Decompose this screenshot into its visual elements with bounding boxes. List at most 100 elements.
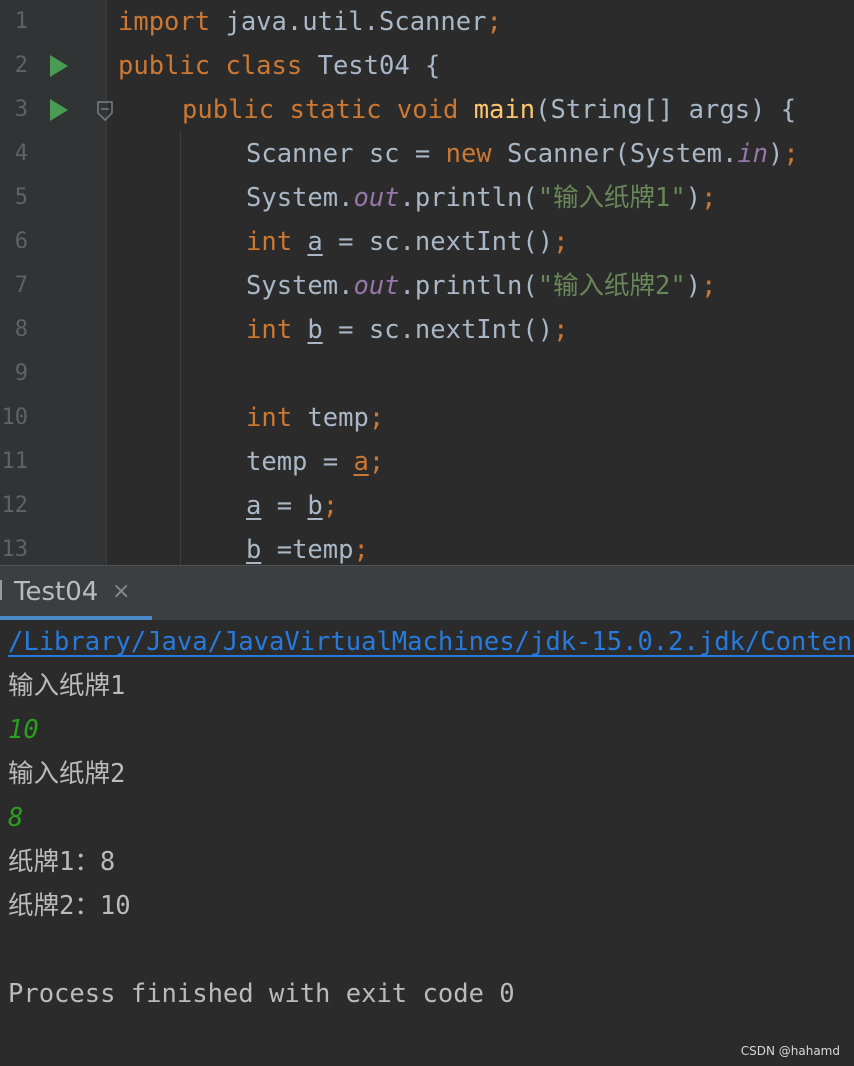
line-number: 10 <box>1 405 29 430</box>
console-line: 输入纸牌2 <box>8 759 126 789</box>
close-icon[interactable]: × <box>112 579 130 604</box>
code-token: import <box>118 7 226 37</box>
code-line[interactable]: 12 a = b; <box>0 484 854 528</box>
code-token: public class <box>118 51 318 81</box>
java-path-link[interactable]: /Library/Java/JavaVirtualMachines/jdk-15… <box>8 620 854 664</box>
code-text[interactable]: public class Test04 { <box>118 44 440 88</box>
code-token: temp = <box>246 447 354 477</box>
code-text[interactable]: import java.util.Scanner; <box>118 0 502 44</box>
code-token: int <box>246 315 308 345</box>
line-number: 13 <box>1 537 29 562</box>
code-token: (String[] args) { <box>535 95 797 125</box>
code-token: ) <box>685 183 702 213</box>
code-token: ; <box>368 447 385 477</box>
code-text[interactable]: int a = sc.nextInt(); <box>246 220 568 264</box>
code-token: b <box>307 491 323 521</box>
code-text[interactable]: int temp; <box>246 396 384 440</box>
code-line[interactable]: 11 temp = a; <box>0 440 854 484</box>
code-token: a <box>307 227 323 257</box>
code-line[interactable]: 3 public static void main(String[] args) … <box>0 88 854 132</box>
code-token: int <box>246 403 308 433</box>
code-token: ; <box>486 7 502 37</box>
code-line[interactable]: 7 System.out.println("输入纸牌2"); <box>0 264 854 308</box>
code-token: ; <box>353 535 369 565</box>
code-line[interactable]: 5 System.out.println("输入纸牌1"); <box>0 176 854 220</box>
code-text[interactable]: b =temp; <box>246 528 369 565</box>
tab-edge-marker <box>0 580 2 600</box>
line-number: 7 <box>14 273 28 298</box>
code-text[interactable]: int b = sc.nextInt(); <box>246 308 568 352</box>
line-number: 3 <box>14 97 28 122</box>
code-token: ; <box>322 491 339 521</box>
code-editor[interactable]: 1 import java.util.Scanner; 2 public class … <box>0 0 854 565</box>
code-token: Test04 { <box>317 51 441 81</box>
line-number: 2 <box>14 53 28 78</box>
console-line: 纸牌1：8 <box>8 847 116 877</box>
code-token: ) <box>685 271 702 301</box>
run-gutter-icon[interactable] <box>50 99 68 121</box>
run-gutter-icon[interactable] <box>50 55 68 77</box>
line-number: 8 <box>14 317 28 342</box>
console-output[interactable]: /Library/Java/JavaVirtualMachines/jdk-15… <box>0 620 854 1066</box>
console-line: 输入纸牌1 <box>8 671 126 701</box>
code-token: ; <box>368 403 385 433</box>
code-text[interactable]: System.out.println("输入纸牌2"); <box>246 264 716 308</box>
code-token: System. <box>246 271 354 301</box>
code-token: a <box>246 491 262 521</box>
code-token: "输入纸牌1" <box>537 183 686 213</box>
code-token: temp <box>307 403 369 433</box>
code-line[interactable]: 2 public class Test04 { <box>0 44 854 88</box>
code-token: ; <box>553 315 569 345</box>
code-token: .println( <box>399 183 538 213</box>
code-line[interactable]: 4 Scanner sc = new Scanner(System.in); <box>0 132 854 176</box>
code-token: Scanner(System. <box>507 139 738 169</box>
code-token: = <box>261 491 308 521</box>
code-token: .println( <box>399 271 538 301</box>
code-line[interactable]: 6 int a = sc.nextInt(); <box>0 220 854 264</box>
code-token: ; <box>553 227 569 257</box>
console-user-input: 8 <box>8 803 24 833</box>
console-user-input: 10 <box>8 715 39 745</box>
console-line: 纸牌2：10 <box>8 891 131 921</box>
code-token: = sc.nextInt() <box>322 315 554 345</box>
fold-marker-icon[interactable] <box>97 101 113 121</box>
line-number: 4 <box>14 141 28 166</box>
line-number: 12 <box>1 493 29 518</box>
code-text[interactable]: a = b; <box>246 484 338 528</box>
code-text[interactable]: temp = a; <box>246 440 384 484</box>
code-token: "输入纸牌2" <box>537 271 686 301</box>
code-line[interactable]: 13 b =temp; <box>0 528 854 565</box>
code-token: = sc.nextInt() <box>322 227 554 257</box>
code-line[interactable]: 1 import java.util.Scanner; <box>0 0 854 44</box>
code-token: a <box>353 447 369 477</box>
code-token: ; <box>701 271 717 301</box>
code-text[interactable]: public static void main(String[] args) { <box>182 88 796 132</box>
code-token: main <box>473 95 536 125</box>
line-number: 6 <box>14 229 28 254</box>
run-tool-window-header: Test04 × <box>0 565 854 620</box>
code-token: b <box>246 535 262 565</box>
run-tab[interactable]: Test04 × <box>0 566 152 620</box>
code-token: ; <box>783 139 799 169</box>
line-number: 11 <box>1 449 29 474</box>
watermark: CSDN @hahamd <box>740 1044 840 1058</box>
line-number: 1 <box>14 9 28 34</box>
code-token: out <box>353 183 400 213</box>
code-line[interactable]: 10 int temp; <box>0 396 854 440</box>
code-token: ; <box>701 183 717 213</box>
code-line[interactable]: 9 <box>0 352 854 396</box>
code-token: in <box>737 139 769 169</box>
code-text[interactable]: Scanner sc = new Scanner(System.in); <box>246 132 799 176</box>
code-line[interactable]: 8 int b = sc.nextInt(); <box>0 308 854 352</box>
code-token: public static void <box>182 95 474 125</box>
line-number: 5 <box>14 185 28 210</box>
console-line: Process finished with exit code 0 <box>8 979 515 1009</box>
code-token: out <box>353 271 400 301</box>
code-token: Scanner sc = <box>246 139 446 169</box>
code-token: b <box>307 315 323 345</box>
run-tab-label: Test04 <box>14 577 99 607</box>
code-token: =temp <box>261 535 354 565</box>
code-text[interactable]: System.out.println("输入纸牌1"); <box>246 176 716 220</box>
code-token: int <box>246 227 308 257</box>
code-token: ) <box>768 139 784 169</box>
